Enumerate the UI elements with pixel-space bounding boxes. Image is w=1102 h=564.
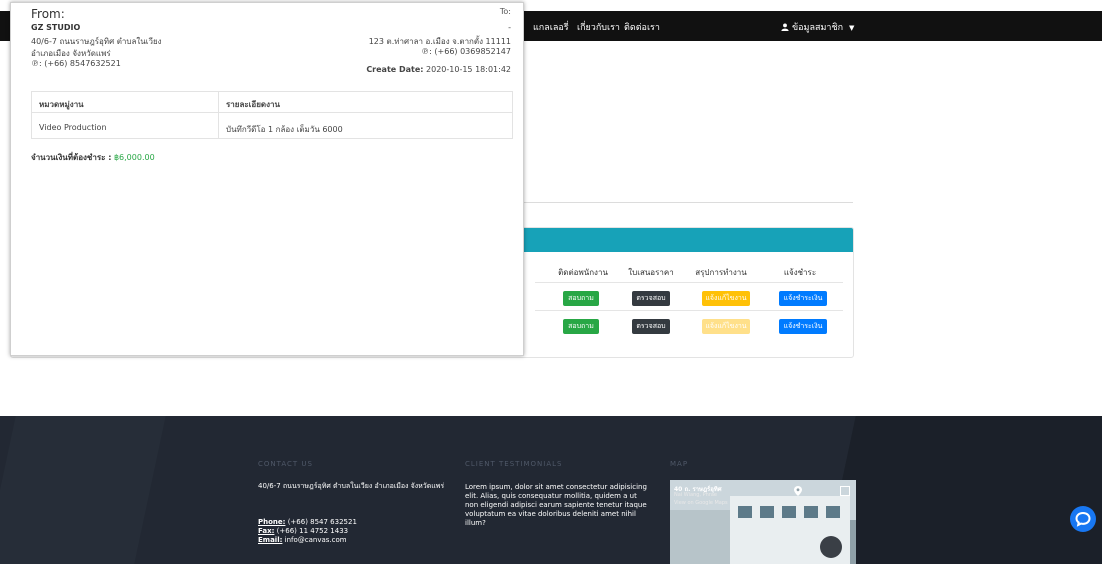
testimonial-text: Lorem ipsum, dolor sit amet consectetur … [465,483,647,527]
footer-fax: Fax: (+66) 11 4752 1433 [258,527,458,536]
footer-decoration [824,416,1102,564]
table-row-divider [535,310,843,311]
phone-icon: ℗: [421,47,435,56]
col-header-payment: แจ้งชำระ [783,268,817,277]
create-date-value: 2020-10-15 18:01:42 [426,65,511,74]
from-phone-value: (+66) 8547632521 [44,59,121,68]
from-label: From: [31,7,65,21]
company-name: GZ STUDIO [31,23,81,32]
caret-down-icon: ▼ [849,24,855,32]
check-quote-button[interactable]: ตรวจสอบ [632,319,670,334]
request-revision-button[interactable]: แจ้งแก้ไขงาน [702,291,750,306]
item-detail: บันทึกวีดีโอ 1 กล้อง เต็มวัน 6000 [226,125,343,134]
nav-link-gallery[interactable]: แกลเลอรี่ [533,20,569,34]
to-phone-value: (+66) 0369852147 [434,47,511,56]
testimonials-heading: CLIENT TESTIMONIALS [465,460,563,468]
email-label: Email: [258,536,283,544]
invoice-table-column-divider [218,91,219,139]
table-header-divider [535,282,843,283]
col-header-summary: สรุปการทำงาน [695,268,747,277]
email-value: info@canvas.com [284,536,347,544]
check-quote-button[interactable]: ตรวจสอบ [632,291,670,306]
ask-button[interactable]: สอบถาม [563,319,599,334]
item-category: Video Production [39,123,107,132]
from-phone: ℗: (+66) 8547632521 [31,59,121,68]
invoice-modal: From: To: GZ STUDIO 40/6-7 ถนนราษฎร์อุทิ… [10,2,524,356]
col-header-quote: ใบเสนอราคา [628,268,674,277]
nav-link-about[interactable]: เกี่ยวกับเรา [577,20,620,34]
request-revision-button-disabled[interactable]: แจ้งแก้ไขงาน [702,319,750,334]
to-dash: - [508,23,511,32]
user-icon [781,23,789,31]
user-menu-label: ข้อมูลสมาชิก [792,23,844,33]
ask-button[interactable]: สอบถาม [563,291,599,306]
col-category: หมวดหมู่งาน [39,100,84,109]
total-amount: ฿6,000.00 [113,153,155,162]
chat-button[interactable] [1070,506,1096,532]
footer-email[interactable]: Email: info@canvas.com [258,536,458,545]
fax-value: (+66) 11 4752 1433 [276,527,349,535]
to-phone: ℗: (+66) 0369852147 [421,47,511,56]
to-label: To: [499,7,511,16]
site-footer: CONTACT US CLIENT TESTIMONIALS MAP 40/6-… [0,416,1102,564]
footer-address: 40/6-7 ถนนราษฎร์อุทิศ ตำบลในเวียง อำเภอเ… [258,482,445,490]
page: แกลเลอรี่ เกี่ยวกับเรา ติดต่อเรา ข้อมูลส… [0,0,1102,564]
notify-payment-button[interactable]: แจ้งชำระเงิน [779,291,827,306]
footer-phone: Phone: (+66) 8547 632521 [258,518,458,527]
map-place-subtitle: Nai Wiang, Phrae [674,492,717,498]
map-embed[interactable]: 40 ถ. ราษฎร์อุทิศ Nai Wiang, Phrae View … [670,480,856,564]
phone-value: (+66) 8547 632521 [287,518,357,526]
nav-link-contact[interactable]: ติดต่อเรา [624,20,660,34]
fullscreen-icon[interactable] [840,486,850,496]
chat-bubble-icon [1075,511,1091,527]
map-heading: MAP [670,460,689,468]
create-date: Create Date: 2020-10-15 18:01:42 [366,65,511,74]
total-label: จำนวนเงินที่ต้องชำระ : [31,153,112,162]
fax-label: Fax: [258,527,275,535]
user-menu-dropdown[interactable]: ข้อมูลสมาชิก ▼ [781,20,854,34]
create-date-label: Create Date: [366,65,424,74]
footer-decoration [0,416,166,564]
phone-icon: ℗: [31,59,45,68]
street-view-icon[interactable] [820,536,842,558]
contact-heading: CONTACT US [258,460,313,468]
notify-payment-button[interactable]: แจ้งชำระเงิน [779,319,827,334]
map-view-link[interactable]: View on Google Maps [674,500,728,506]
total-due: จำนวนเงินที่ต้องชำระ : ฿6,000.00 [31,151,155,164]
phone-label: Phone: [258,518,286,526]
col-detail: รายละเอียดงาน [226,100,280,109]
col-header-contact: ติดต่อพนักงาน [558,268,608,277]
map-pin-icon [794,486,802,496]
